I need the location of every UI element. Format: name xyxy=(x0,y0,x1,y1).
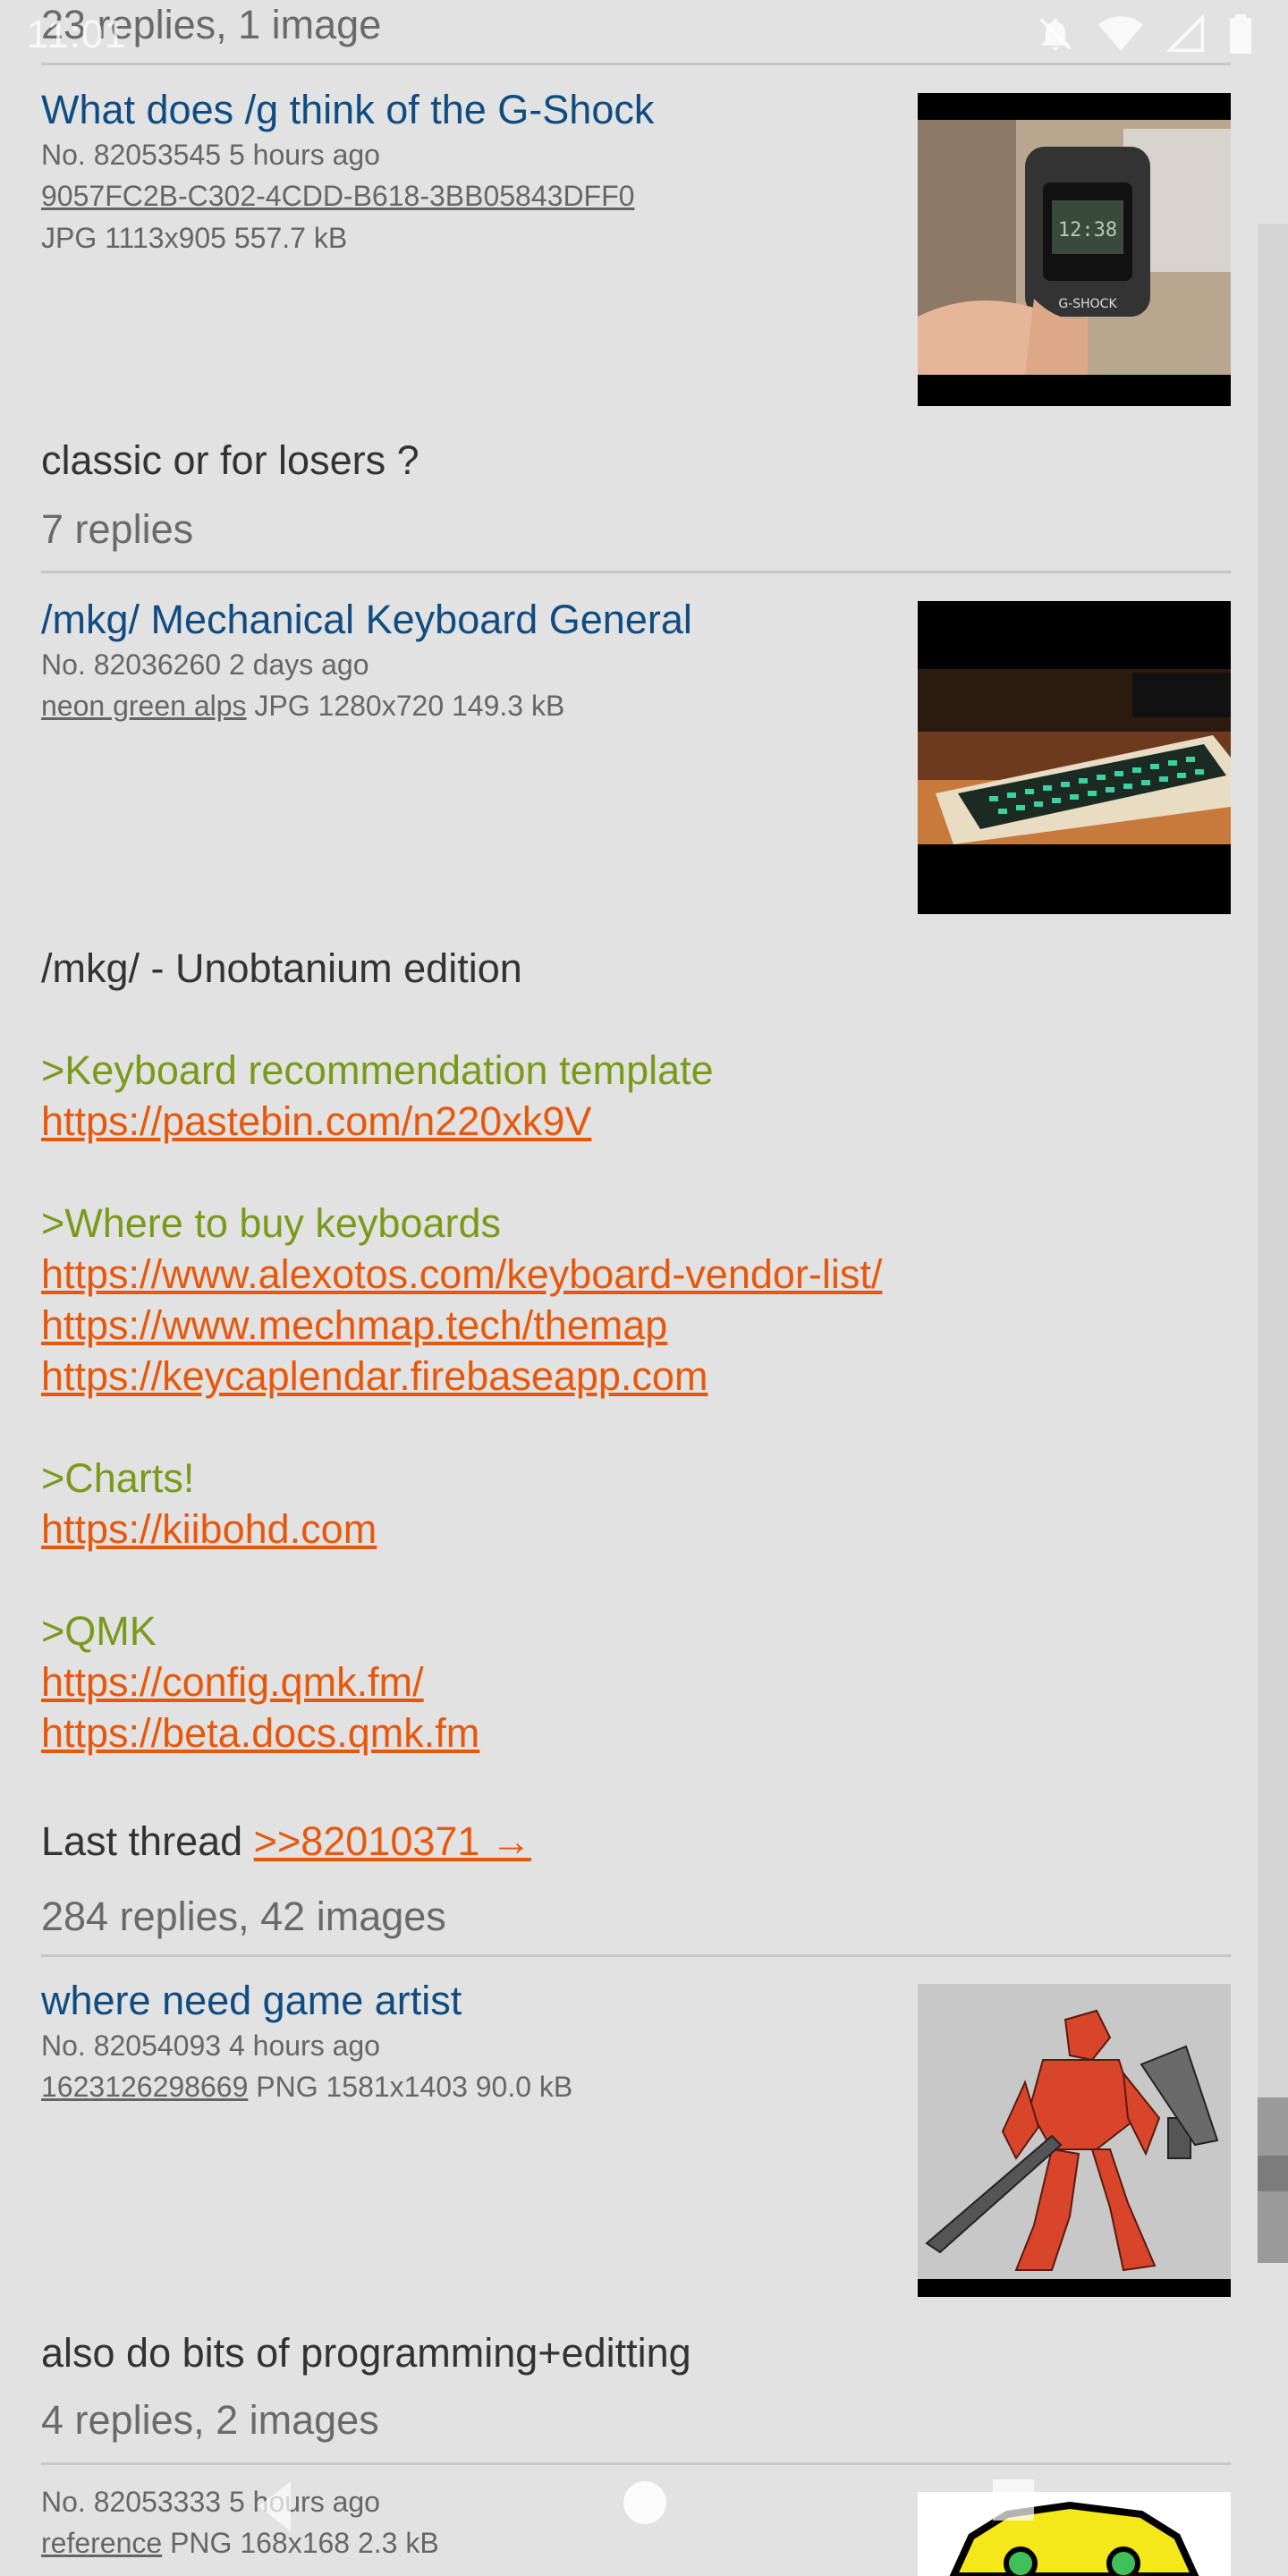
back-icon[interactable] xyxy=(255,2478,294,2539)
keyboard-image xyxy=(918,669,1231,844)
signal-icon xyxy=(1166,14,1206,54)
status-icons xyxy=(1036,14,1252,54)
thread-filename[interactable]: 1623126298669 xyxy=(41,2071,248,2103)
thread-comment: also do bits of programming+editting xyxy=(41,2330,691,2376)
battery-icon xyxy=(1229,14,1252,54)
comment-line xyxy=(41,1147,1231,1198)
thread-comment: classic or for losers ? xyxy=(41,437,419,483)
comment-line xyxy=(41,1758,1231,1816)
do-not-disturb-icon xyxy=(1036,14,1075,54)
comment-link[interactable]: https://pastebin.com/n220xk9V xyxy=(41,1098,591,1144)
greentext-line: >Keyboard recommendation template xyxy=(41,1047,714,1093)
comment-link[interactable]: https://www.mechmap.tech/themap xyxy=(41,1302,667,1348)
divider xyxy=(41,571,1231,573)
greentext-line: >Charts! xyxy=(41,1455,195,1501)
recents-icon[interactable] xyxy=(991,2478,1036,2527)
reply-count: 4 replies, 2 images xyxy=(41,2397,379,2443)
comment-line xyxy=(41,1555,1231,1606)
svg-text:12:38: 12:38 xyxy=(1058,219,1117,242)
thread-thumbnail[interactable] xyxy=(918,1984,1231,2297)
reply-count: 7 replies xyxy=(41,506,194,552)
last-thread-label: Last thread xyxy=(41,1818,243,1864)
reply-count: 284 replies, 42 images xyxy=(41,1894,446,1939)
divider xyxy=(41,1954,1231,1957)
navigation-bar xyxy=(0,2469,1288,2576)
thread-thumbnail[interactable] xyxy=(918,601,1231,914)
comment-line: /mkg/ - Unobtanium edition xyxy=(41,945,522,991)
comment-link[interactable]: https://keycaplendar.firebaseapp.com xyxy=(41,1353,708,1399)
thread-thumbnail[interactable]: 12:38 G-SHOCK xyxy=(918,93,1231,406)
thread-comment-block: /mkg/ - Unobtanium edition >Keyboard rec… xyxy=(41,943,1231,1867)
scrollbar-thumb-marker xyxy=(1258,2156,1288,2191)
greentext-line: >QMK xyxy=(41,1608,157,1654)
comment-line xyxy=(41,1402,1231,1453)
thread-card[interactable]: /mkg/ Mechanical Keyboard General No. 82… xyxy=(41,596,1231,1939)
comment-line xyxy=(41,994,1231,1045)
comment-link[interactable]: https://beta.docs.qmk.fm xyxy=(41,1710,479,1756)
thread-filename[interactable]: neon green alps xyxy=(41,690,247,722)
thread-card[interactable]: where need game artist No. 82054093 4 ho… xyxy=(41,1977,1231,2443)
greentext-line: >Where to buy keyboards xyxy=(41,1200,502,1246)
home-icon[interactable] xyxy=(622,2479,668,2530)
thread-filename[interactable]: 9057FC2B-C302-4CDD-B618-3BB05843DFF0 xyxy=(41,180,634,212)
thread-fileinfo: PNG 1581x1403 90.0 kB xyxy=(256,2071,573,2104)
thread-card[interactable]: What does /g think of the G-Shock No. 82… xyxy=(41,86,1231,552)
scrollbar-track[interactable] xyxy=(1258,224,1288,2263)
status-bar: 11:01 xyxy=(0,0,1288,64)
svg-text:G-SHOCK: G-SHOCK xyxy=(1058,297,1117,311)
wifi-icon xyxy=(1098,14,1143,54)
divider xyxy=(41,2462,1231,2465)
watch-image: 12:38 G-SHOCK xyxy=(918,120,1231,375)
comment-link[interactable]: https://www.alexotos.com/keyboard-vendor… xyxy=(41,1251,882,1297)
status-time: 11:01 xyxy=(27,13,127,56)
comment-link[interactable]: https://config.qmk.fm/ xyxy=(41,1659,424,1705)
last-thread-link[interactable]: >>82010371 → xyxy=(254,1818,531,1864)
mecha-image xyxy=(918,1984,1231,2279)
thread-fileinfo: JPG 1280x720 149.3 kB xyxy=(254,690,565,723)
comment-link[interactable]: https://kiibohd.com xyxy=(41,1506,377,1552)
